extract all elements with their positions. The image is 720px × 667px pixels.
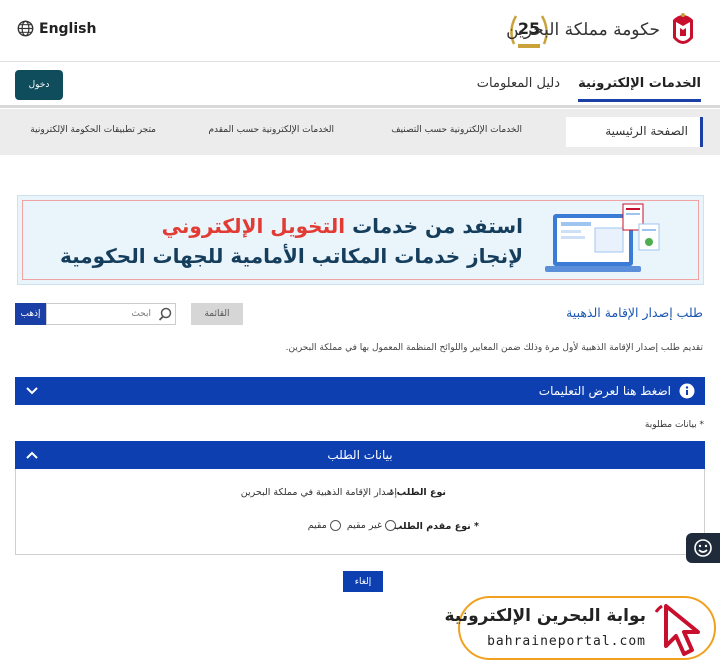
request-panel-header[interactable]: بيانات الطلب — [15, 441, 705, 469]
main-nav: دخول الخدمات الإلكترونية دليل المعلومات — [0, 62, 720, 108]
language-switch[interactable]: English — [17, 20, 96, 37]
laptop-illustration-icon — [545, 203, 660, 272]
radio-non-resident-label: غير مقيم — [346, 520, 382, 531]
radio-resident-label: مقيم — [307, 520, 327, 531]
watermark-title: بوابة البحرين الإلكترونية — [444, 606, 646, 626]
radio-non-resident-circle[interactable] — [385, 520, 396, 531]
banner-highlight: التخويل الإلكتروني — [161, 214, 346, 238]
feedback-widget[interactable] — [686, 533, 720, 563]
radio-non-resident[interactable]: غير مقيم — [347, 520, 396, 531]
watermark-url: bahraineportal.com — [487, 634, 646, 649]
request-panel-body: نوع الطلب : إصدار الإقامة الذهبية في ممل… — [15, 469, 705, 555]
tab-information-guide[interactable]: دليل المعلومات — [477, 76, 560, 91]
globe-icon — [17, 20, 34, 37]
applicant-type-radio-group: غير مقيم مقيم — [308, 520, 396, 531]
instructions-toggle[interactable]: اضغط هنا لعرض التعليمات — [15, 377, 705, 405]
tab-eservices[interactable]: الخدمات الإلكترونية — [578, 76, 701, 102]
cancel-button[interactable]: إلغاء — [343, 571, 383, 592]
subnav-item-app-store[interactable]: متجر تطبيقات الحكومة الإلكترونية — [30, 125, 156, 135]
info-icon — [679, 383, 695, 399]
list-button[interactable]: القائمة — [191, 303, 243, 325]
sub-nav: الصفحة الرئيسية الخدمات الإلكترونية حسب … — [0, 109, 720, 155]
request-type-label: نوع الطلب : — [389, 487, 446, 498]
banner-line-1-text: استفد من خدمات — [345, 214, 523, 238]
radio-resident-circle[interactable] — [329, 520, 341, 531]
chevron-down-icon — [26, 387, 38, 395]
subnav-item-by-provider[interactable]: الخدمات الإلكترونية حسب المقدم — [208, 125, 334, 135]
banner-line-1: استفد من خدمات التخويل الإلكتروني — [162, 214, 523, 238]
required-fields-note: * بيانات مطلوبة — [644, 420, 704, 430]
promo-banner[interactable]: استفد من خدمات التخويل الإلكتروني لإنجاز… — [17, 195, 704, 285]
page-title: طلب إصدار الإقامة الذهبية — [566, 305, 703, 320]
radio-resident[interactable]: مقيم — [308, 520, 341, 531]
request-type-value: إصدار الإقامة الذهبية في مملكة البحرين — [240, 487, 397, 498]
instructions-label: اضغط هنا لعرض التعليمات — [538, 384, 671, 398]
chevron-up-icon — [26, 451, 38, 459]
cursor-logo-icon — [654, 604, 700, 656]
subnav-item-by-category[interactable]: الخدمات الإلكترونية حسب التصنيف — [391, 125, 522, 135]
login-button[interactable]: دخول — [15, 70, 63, 100]
search-icon[interactable] — [157, 306, 173, 322]
applicant-type-label: * نوع مقدم الطلب : — [385, 521, 479, 532]
gov-name: حكومة مملكة البحرين — [506, 20, 661, 40]
language-label: English — [39, 20, 97, 37]
gov-logo[interactable]: حكومة مملكة البحرين — [506, 10, 698, 50]
go-button[interactable]: إذهب — [15, 303, 46, 325]
subnav-item-home[interactable]: الصفحة الرئيسية — [566, 117, 703, 147]
top-header: English 25 حكومة مملكة البحرين — [0, 0, 720, 62]
smiley-icon — [694, 539, 712, 557]
request-panel-title: بيانات الطلب — [327, 448, 393, 462]
bahrain-eportal-watermark: بوابة البحرين الإلكترونية bahraineportal… — [444, 596, 716, 660]
search-box — [46, 303, 176, 325]
banner-line-2: لإنجاز خدمات المكاتب الأمامية للجهات الح… — [59, 244, 523, 268]
bahrain-emblem-icon — [673, 13, 693, 44]
search-input[interactable] — [47, 304, 155, 324]
service-description: تقديم طلب إصدار الإقامة الذهبية لأول مرة… — [285, 343, 703, 353]
